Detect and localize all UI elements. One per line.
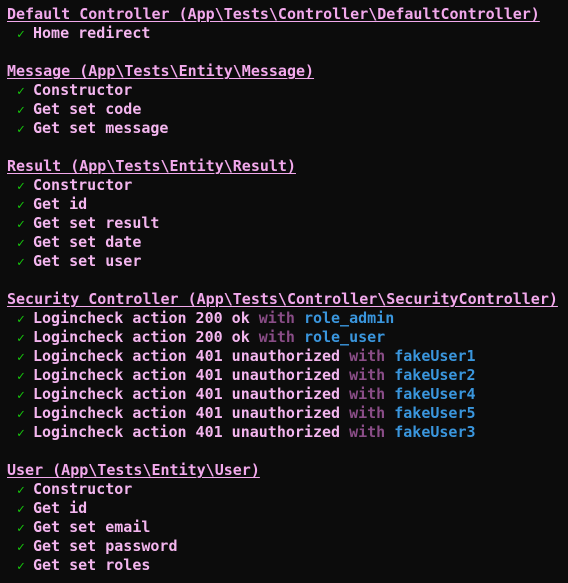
- test-name: Get set roles: [33, 556, 151, 574]
- check-icon: ✓: [17, 103, 25, 118]
- suite-header: User (App\Tests\Entity\User): [7, 461, 260, 479]
- test-result-line: ✓ Get id: [7, 499, 568, 518]
- test-result-line: ✓ Get set roles: [7, 556, 568, 575]
- check-icon: ✓: [17, 236, 25, 251]
- check-icon: ✓: [17, 27, 25, 42]
- test-name: Constructor: [33, 480, 133, 498]
- data-set-label: role_user: [303, 328, 386, 346]
- test-result-line: ✓ Logincheck action 401 unauthorized with…: [7, 366, 568, 385]
- suite-header: Message (App\Tests\Entity\Message): [7, 62, 315, 80]
- test-result-line: ✓ Logincheck action 200 ok with role_user: [7, 328, 568, 347]
- check-icon: ✓: [17, 331, 25, 346]
- check-icon: ✓: [17, 407, 25, 422]
- test-name: Get id: [33, 195, 88, 213]
- data-set-label: fakeUser5: [394, 404, 476, 422]
- test-result-line: ✓ Get set email: [7, 518, 568, 537]
- test-name: Home redirect: [33, 24, 151, 42]
- test-result-line: ✓ Constructor: [7, 176, 568, 195]
- check-icon: ✓: [17, 388, 25, 403]
- check-icon: ✓: [17, 369, 25, 384]
- test-result-line: ✓ Get set code: [7, 100, 568, 119]
- test-result-line: ✓ Constructor: [7, 480, 568, 499]
- test-result-line: ✓ Home redirect: [7, 24, 568, 43]
- check-icon: ✓: [17, 350, 25, 365]
- test-name: Logincheck action 401 unauthorized: [33, 404, 341, 422]
- check-icon: ✓: [17, 559, 25, 574]
- test-name: Get set password: [33, 537, 178, 555]
- test-result-line: ✓ Logincheck action 401 unauthorized with…: [7, 385, 568, 404]
- data-set-label: fakeUser4: [394, 385, 476, 403]
- check-icon: ✓: [17, 540, 25, 555]
- test-result-line: ✓ Get set result: [7, 214, 568, 233]
- test-name: Get set code: [33, 100, 142, 118]
- test-name: Constructor: [33, 81, 133, 99]
- test-name: Logincheck action 401 unauthorized: [33, 347, 341, 365]
- check-icon: ✓: [17, 122, 25, 137]
- check-icon: ✓: [17, 426, 25, 441]
- with-keyword: with: [349, 366, 386, 384]
- test-name: Get id: [33, 499, 88, 517]
- test-result-line: ✓ Logincheck action 401 unauthorized with…: [7, 347, 568, 366]
- test-result-line: ✓ Logincheck action 401 unauthorized with…: [7, 404, 568, 423]
- data-set-label: fakeUser3: [394, 423, 476, 441]
- test-result-line: ✓ Constructor: [7, 81, 568, 100]
- test-name: Logincheck action 401 unauthorized: [33, 385, 341, 403]
- test-name: Get set message: [33, 119, 169, 137]
- test-result-line: ✓ Get set message: [7, 119, 568, 138]
- test-name: Get set result: [33, 214, 160, 232]
- check-icon: ✓: [17, 84, 25, 99]
- test-name: Logincheck action 200 ok: [33, 328, 250, 346]
- test-result-line: ✓ Get id: [7, 195, 568, 214]
- with-keyword: with: [349, 347, 386, 365]
- with-keyword: with: [258, 328, 295, 346]
- test-result-line: ✓ Get set user: [7, 252, 568, 271]
- suite-header: Default Controller (App\Tests\Controller…: [7, 5, 540, 23]
- with-keyword: with: [258, 309, 295, 327]
- suite-header: Result (App\Tests\Entity\Result): [7, 157, 296, 175]
- check-icon: ✓: [17, 255, 25, 270]
- check-icon: ✓: [17, 502, 25, 517]
- test-result-line: ✓ Logincheck action 401 unauthorized with…: [7, 423, 568, 442]
- test-name: Logincheck action 401 unauthorized: [33, 423, 341, 441]
- test-name: Get set date: [33, 233, 142, 251]
- terminal-output: Default Controller (App\Tests\Controller…: [0, 0, 568, 583]
- test-result-line: ✓ Get set password: [7, 537, 568, 556]
- with-keyword: with: [349, 404, 386, 422]
- suite-header: Security Controller (App\Tests\Controlle…: [7, 290, 558, 308]
- check-icon: ✓: [17, 217, 25, 232]
- data-set-label: fakeUser2: [394, 366, 476, 384]
- with-keyword: with: [349, 423, 386, 441]
- check-icon: ✓: [17, 179, 25, 194]
- test-result-line: ✓ Get set date: [7, 233, 568, 252]
- check-icon: ✓: [17, 521, 25, 536]
- with-keyword: with: [349, 385, 386, 403]
- check-icon: ✓: [17, 198, 25, 213]
- test-result-line: ✓ Logincheck action 200 ok with role_admi…: [7, 309, 568, 328]
- test-name: Get set email: [33, 518, 151, 536]
- check-icon: ✓: [17, 483, 25, 498]
- data-set-label: role_admin: [303, 309, 395, 327]
- data-set-label: fakeUser1: [394, 347, 476, 365]
- check-icon: ✓: [17, 312, 25, 327]
- test-name: Logincheck action 401 unauthorized: [33, 366, 341, 384]
- test-name: Logincheck action 200 ok: [33, 309, 250, 327]
- test-name: Get set user: [33, 252, 142, 270]
- test-name: Constructor: [33, 176, 133, 194]
